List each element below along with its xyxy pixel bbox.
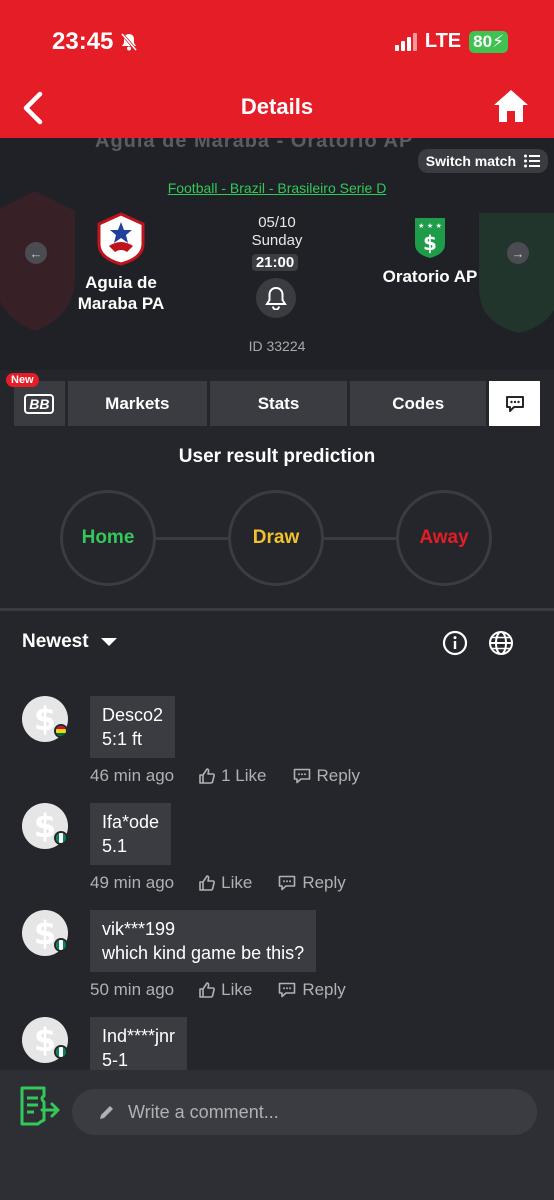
nigeria-flag-icon (54, 938, 68, 952)
bet-slip-icon[interactable] (18, 1084, 62, 1128)
comment-input[interactable]: Write a comment... (72, 1089, 537, 1135)
home-team-logo (97, 212, 145, 266)
match-date: 05/10 Sunday (251, 214, 303, 249)
tab-bb[interactable]: New BB (6, 373, 65, 426)
comment-text: 5:1 ft (102, 729, 143, 749)
reply-bubble-icon (279, 875, 296, 891)
chat-icon (505, 395, 524, 412)
away-team-logo: ★ ★ ★ $ (415, 218, 445, 258)
tab-comments[interactable] (489, 381, 540, 426)
thumbs-up-icon (199, 982, 216, 998)
comment-placeholder: Write a comment... (128, 1101, 279, 1122)
comment-user: Ind****jnr (102, 1026, 176, 1046)
nigeria-flag-icon (54, 1045, 68, 1059)
league-link[interactable]: Football - Brazil - Brasileiro Serie D (0, 180, 554, 196)
match-header: Aguia de Maraba - Oratorio AP Switch mat… (0, 138, 554, 370)
predict-draw-button[interactable]: Draw (228, 490, 324, 586)
pencil-icon (100, 1106, 113, 1119)
page-title: Details (240, 94, 314, 119)
svg-text:$: $ (34, 702, 56, 736)
comment-bubble: Desco2 5:1 ft (90, 696, 176, 758)
comment-time: 46 min ago (90, 766, 175, 785)
comment-text: 5-1 (102, 1050, 129, 1070)
ghana-flag-icon (54, 724, 68, 738)
thumbs-up-icon (199, 875, 216, 891)
home-icon[interactable] (492, 88, 530, 124)
list-icon (524, 154, 540, 168)
home-team: Aguia de Maraba PA (60, 212, 182, 314)
globe-icon[interactable] (488, 630, 514, 656)
reply-bubble-icon (279, 982, 296, 998)
sort-dropdown[interactable]: Newest (22, 631, 117, 653)
prev-match-button[interactable]: ← (25, 242, 47, 264)
tab-markets[interactable]: Markets (67, 381, 207, 426)
reply-button[interactable]: Reply (278, 873, 346, 893)
comment-list: $ Desco2 5:1 ft 46 min ago 1 Like Reply … (0, 690, 554, 1070)
svg-text:$: $ (34, 1023, 56, 1057)
comment-meta: 46 min ago 1 Like Reply (90, 766, 360, 786)
bell-off-icon (121, 33, 138, 51)
network-label: LTE (424, 30, 462, 52)
thumbs-up-icon (199, 768, 216, 784)
signal-icon (394, 32, 417, 51)
predict-home-button[interactable]: Home (60, 490, 156, 586)
svg-text:$: $ (423, 231, 437, 255)
bell-icon (265, 286, 287, 310)
prediction-options: Home Draw Away (60, 490, 492, 586)
svg-text:★ ★ ★: ★ ★ ★ (418, 222, 442, 230)
comment-time: 49 min ago (90, 873, 175, 892)
top-bar: 23:45 LTE 80⚡ Details (0, 0, 554, 138)
status-time: 23:45 (52, 28, 139, 56)
section-divider (0, 608, 554, 611)
reply-button[interactable]: Reply (293, 766, 360, 786)
comment-composer-bar: Write a comment... (0, 1070, 554, 1200)
comment-bubble: Ifa*ode 5.1 (90, 803, 172, 865)
like-button[interactable]: Like (198, 873, 252, 893)
comment-user: Desco2 (102, 705, 164, 725)
switch-match-button[interactable]: Switch match (417, 149, 548, 173)
away-team-name: Oratorio AP (382, 267, 478, 286)
like-button[interactable]: 1 Like (198, 766, 267, 786)
comment-text: 5.1 (102, 836, 128, 856)
comment-meta: 50 min ago Like Reply (90, 980, 346, 1000)
comment-bubble: vik***199 which kind game be this? (90, 910, 317, 972)
next-match-button[interactable]: → (507, 242, 529, 264)
comment-meta: 49 min ago Like Reply (90, 873, 346, 893)
comment-text: which kind game be this? (102, 943, 305, 963)
battery-icon: 80⚡ (469, 30, 508, 53)
nigeria-flag-icon (54, 831, 68, 845)
comment-user: Ifa*ode (102, 812, 160, 832)
tab-stats[interactable]: Stats (209, 381, 348, 426)
sort-label: Newest (22, 631, 89, 652)
tab-bar: New BB Markets Stats Codes (6, 373, 540, 426)
caret-down-icon (100, 638, 117, 646)
like-button[interactable]: Like (198, 980, 252, 1000)
prediction-title: User result prediction (178, 446, 376, 467)
away-team: ★ ★ ★ $ Oratorio AP (368, 216, 492, 287)
status-indicators: LTE 80⚡ (394, 30, 508, 53)
scrolled-match-title: Aguia de Maraba - Oratorio AP (95, 138, 414, 152)
comment-bubble: Ind****jnr 5-1 (90, 1017, 188, 1070)
reply-button[interactable]: Reply (278, 980, 346, 1000)
tab-codes[interactable]: Codes (350, 381, 487, 426)
svg-text:$: $ (34, 809, 56, 843)
info-icon[interactable] (442, 630, 468, 656)
svg-text:$: $ (34, 916, 56, 950)
notify-bell-button[interactable] (256, 278, 296, 318)
comment-user: vik***199 (102, 919, 176, 939)
home-team-name: Aguia de Maraba PA (77, 273, 165, 313)
comment-time: 50 min ago (90, 980, 175, 999)
match-id: ID 33224 (248, 338, 306, 354)
predict-away-button[interactable]: Away (396, 490, 492, 586)
reply-bubble-icon (293, 768, 310, 784)
new-badge: New (6, 373, 39, 387)
kickoff-time: 21:00 (252, 254, 298, 271)
bb-logo-icon: BB (24, 393, 55, 414)
